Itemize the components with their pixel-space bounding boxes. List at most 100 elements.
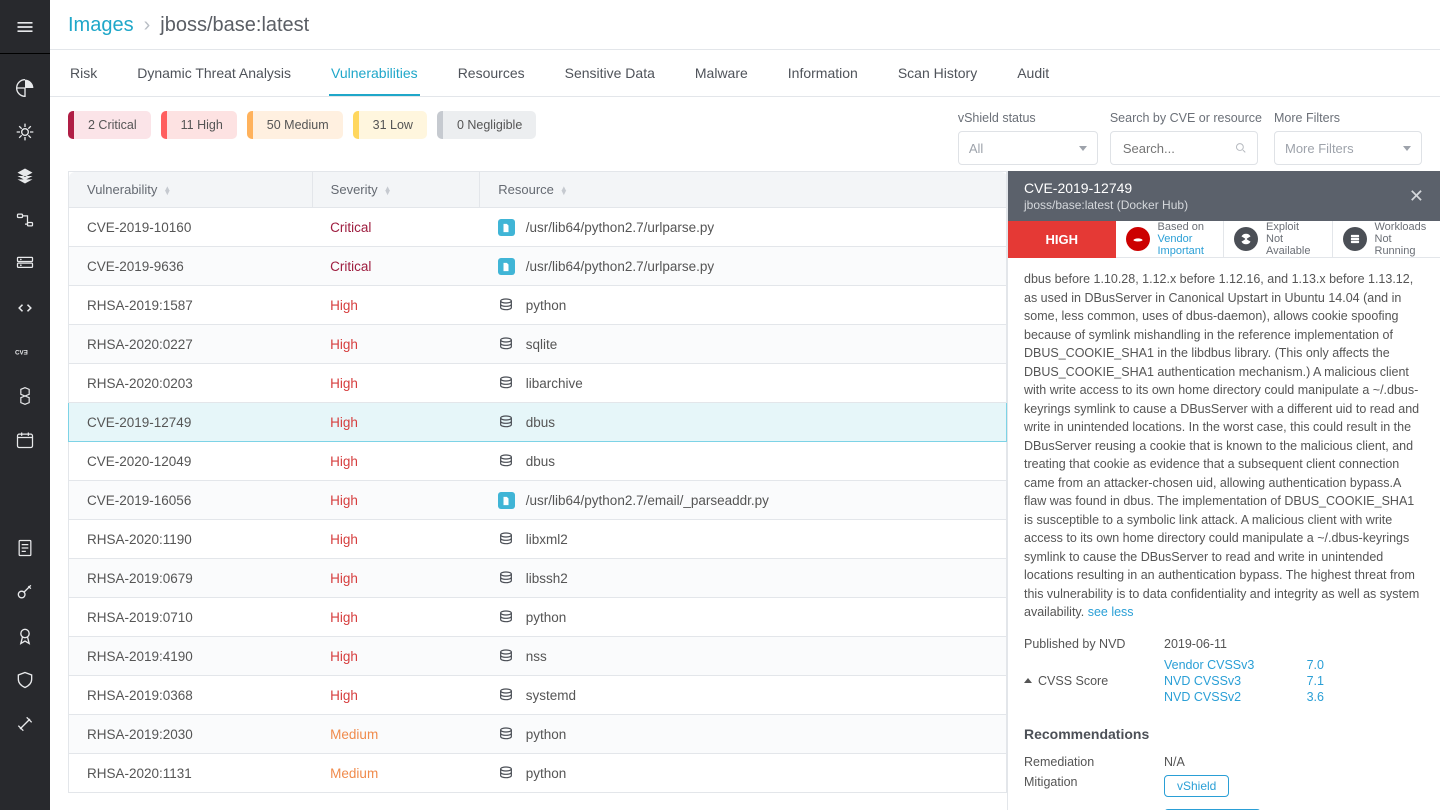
table-row[interactable]: RHSA-2019:0710Highpython (69, 598, 1007, 637)
vshield-button[interactable]: vShield (1164, 775, 1229, 797)
severity-cell: High (312, 442, 480, 481)
resource-cell: systemd (480, 676, 1007, 715)
see-less-link[interactable]: see less (1088, 605, 1134, 619)
nav-code[interactable] (15, 298, 35, 318)
severity-pill-low[interactable]: 31 Low (353, 111, 427, 139)
package-icon (498, 297, 514, 313)
file-icon (498, 258, 514, 274)
sort-icon: ▲▼ (163, 187, 171, 195)
severity-pill-critical[interactable]: 2 Critical (68, 111, 151, 139)
package-icon (498, 414, 514, 430)
tab-bar: Risk Dynamic Threat Analysis Vulnerabiliti… (50, 50, 1440, 97)
tab-sensitive-data[interactable]: Sensitive Data (563, 50, 657, 96)
caret-up-icon[interactable] (1024, 678, 1032, 683)
column-header-resource[interactable]: Resource▲▼ (480, 172, 1007, 208)
close-button[interactable]: ✕ (1409, 186, 1424, 207)
chevron-down-icon (1079, 146, 1087, 151)
resource-cell: /usr/lib64/python2.7/urlparse.py (480, 247, 1007, 286)
nav-images[interactable] (15, 166, 35, 186)
severity-cell: High (312, 520, 480, 559)
search-label: Search by CVE or resource (1110, 111, 1262, 125)
package-icon (498, 687, 514, 703)
table-row[interactable]: RHSA-2019:0368Highsystemd (69, 676, 1007, 715)
breadcrumb-root[interactable]: Images (68, 14, 134, 37)
chevron-down-icon (1403, 146, 1411, 151)
tab-risk[interactable]: Risk (68, 50, 99, 96)
table-row[interactable]: RHSA-2019:1587Highpython (69, 286, 1007, 325)
key-icon (15, 582, 35, 602)
severity-cell: High (312, 676, 480, 715)
nav-policies[interactable] (15, 386, 35, 406)
column-header-vulnerability[interactable]: Vulnerability▲▼ (69, 172, 313, 208)
package-icon (498, 453, 514, 469)
tab-malware[interactable]: Malware (693, 50, 750, 96)
published-value: 2019-06-11 (1164, 637, 1227, 651)
nav-runtime[interactable] (15, 122, 35, 142)
nav-cve[interactable]: CVƎ (15, 342, 35, 362)
resource-cell: /usr/lib64/python2.7/email/_parseaddr.py (480, 481, 1007, 520)
severity-cell: High (312, 637, 480, 676)
nav-infrastructure[interactable] (15, 254, 35, 274)
nav-settings[interactable] (15, 714, 35, 734)
nav-secrets[interactable] (15, 582, 35, 602)
nav-reports[interactable] (15, 538, 35, 558)
tab-information[interactable]: Information (786, 50, 860, 96)
table-row[interactable]: RHSA-2019:2030Mediumpython (69, 715, 1007, 754)
table-row[interactable]: CVE-2019-9636Critical/usr/lib64/python2.… (69, 247, 1007, 286)
vulnerabilities-table: Vulnerability▲▼Severity▲▼Resource▲▼ CVE-… (68, 171, 1007, 793)
tab-audit[interactable]: Audit (1015, 50, 1051, 96)
tab-dynamic-threat-analysis[interactable]: Dynamic Threat Analysis (135, 50, 293, 96)
severity-pill-negligible[interactable]: 0 Negligible (437, 111, 536, 139)
severity-cell: Critical (312, 247, 480, 286)
remediation-label: Remediation (1024, 755, 1148, 769)
table-row[interactable]: RHSA-2019:0679Highlibssh2 (69, 559, 1007, 598)
tools-icon (15, 714, 35, 734)
severity-cell: High (312, 403, 480, 442)
table-row[interactable]: RHSA-2020:0203Highlibarchive (69, 364, 1007, 403)
nav-compliance[interactable] (15, 626, 35, 646)
vuln-id: RHSA-2019:0679 (69, 559, 313, 598)
mitigation-label: Mitigation (1024, 775, 1148, 797)
table-row[interactable]: RHSA-2020:1131Mediumpython (69, 754, 1007, 793)
tab-scan-history[interactable]: Scan History (896, 50, 979, 96)
table-row[interactable]: CVE-2019-16056High/usr/lib64/python2.7/e… (69, 481, 1007, 520)
table-row[interactable]: CVE-2019-10160Critical/usr/lib64/python2… (69, 208, 1007, 247)
vuln-id: RHSA-2019:0710 (69, 598, 313, 637)
table-row[interactable]: RHSA-2020:1190Highlibxml2 (69, 520, 1007, 559)
vuln-id: CVE-2020-12049 (69, 442, 313, 481)
vuln-id: RHSA-2019:0368 (69, 676, 313, 715)
more-filters-select[interactable]: More Filters (1274, 131, 1422, 165)
table-row[interactable]: CVE-2020-12049Highdbus (69, 442, 1007, 481)
cvss-row[interactable]: Vendor CVSSv37.0 (1164, 657, 1324, 673)
tab-resources[interactable]: Resources (456, 50, 527, 96)
severity-tile: HIGH (1008, 221, 1116, 258)
nav-functions[interactable] (15, 210, 35, 230)
info-tile: WorkloadsNot Running (1333, 221, 1440, 258)
severity-pill-medium[interactable]: 50 Medium (247, 111, 343, 139)
breadcrumb: Images › jboss/base:latest (50, 0, 1440, 50)
table-row[interactable]: RHSA-2019:4190Highnss (69, 637, 1007, 676)
search-input[interactable] (1121, 140, 1227, 157)
cvss-row[interactable]: NVD CVSSv23.6 (1164, 689, 1324, 705)
layers-icon (15, 166, 35, 186)
resource-cell: libxml2 (480, 520, 1007, 559)
ribbon-icon (15, 626, 35, 646)
cvss-row[interactable]: NVD CVSSv37.1 (1164, 673, 1324, 689)
package-icon (498, 726, 514, 742)
table-row[interactable]: RHSA-2020:0227Highsqlite (69, 325, 1007, 364)
menu-toggle-button[interactable] (0, 0, 50, 54)
panel-header: CVE-2019-12749 jboss/base:latest (Docker… (1008, 171, 1440, 221)
vuln-id: CVE-2019-16056 (69, 481, 313, 520)
nav-security[interactable] (15, 670, 35, 690)
tab-vulnerabilities[interactable]: Vulnerabilities (329, 50, 420, 96)
vuln-id: RHSA-2020:0227 (69, 325, 313, 364)
severity-pill-high[interactable]: 11 High (161, 111, 237, 139)
column-header-severity[interactable]: Severity▲▼ (312, 172, 480, 208)
file-icon (498, 219, 514, 235)
table-row[interactable]: CVE-2019-12749Highdbus (69, 403, 1007, 442)
nav-dashboard[interactable] (15, 78, 35, 98)
file-badge-icon (498, 219, 515, 236)
vshield-select[interactable]: All (958, 131, 1098, 165)
hamburger-icon (15, 17, 35, 37)
nav-calendar[interactable] (15, 430, 35, 450)
